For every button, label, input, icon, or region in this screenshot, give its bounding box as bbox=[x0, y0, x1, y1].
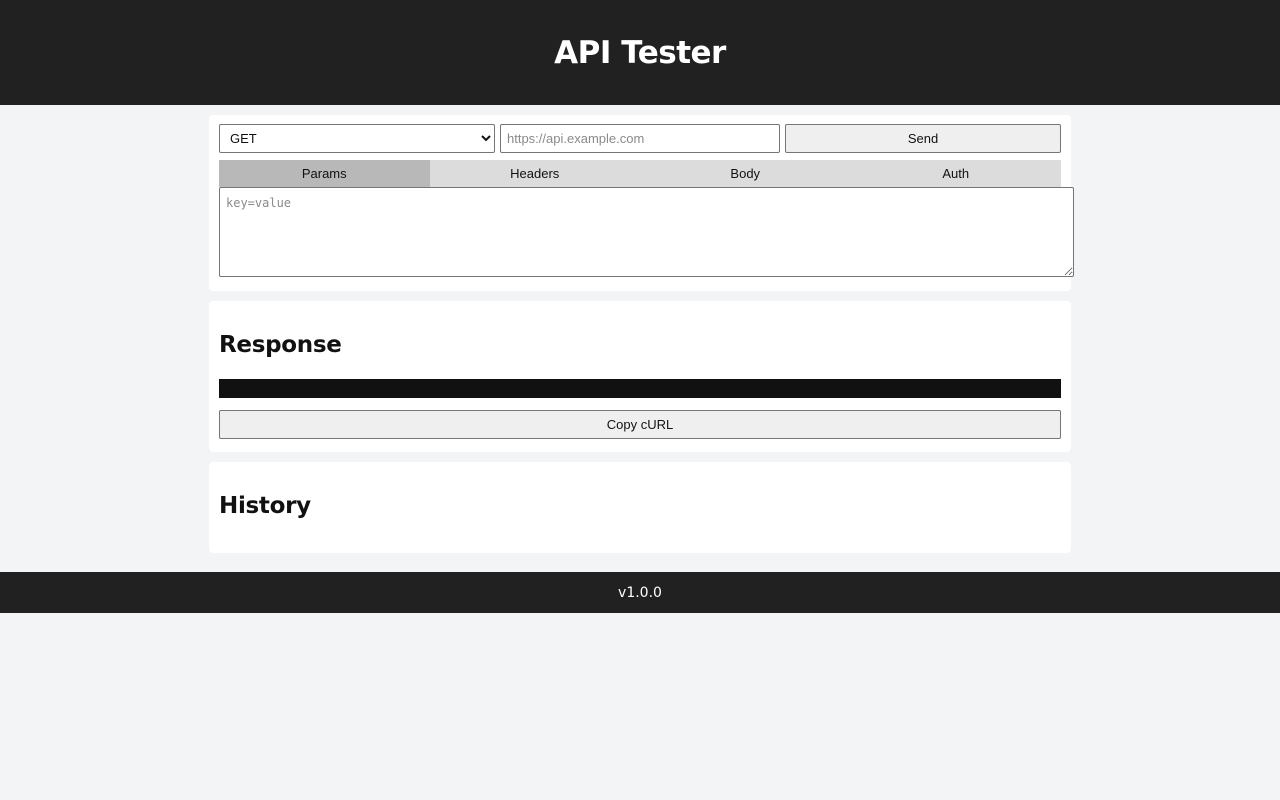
history-title: History bbox=[219, 493, 311, 519]
request-tabs: Params Headers Body Auth bbox=[219, 160, 1061, 187]
request-panel: GET Send Params Headers Body Auth bbox=[209, 115, 1074, 291]
tab-headers[interactable]: Headers bbox=[429, 160, 640, 187]
version-label: v1.0.0 bbox=[618, 584, 662, 601]
app-footer: v1.0.0 bbox=[0, 572, 1280, 613]
history-panel: History bbox=[209, 462, 1071, 553]
url-input[interactable] bbox=[500, 124, 780, 153]
send-button[interactable]: Send bbox=[785, 124, 1061, 153]
method-select[interactable]: GET bbox=[219, 124, 495, 153]
request-row: GET Send bbox=[219, 124, 1061, 153]
response-output bbox=[219, 379, 1061, 398]
tab-body[interactable]: Body bbox=[640, 160, 851, 187]
tab-params[interactable]: Params bbox=[219, 160, 430, 187]
params-editor[interactable] bbox=[219, 187, 1074, 277]
app-header: API Tester bbox=[0, 0, 1280, 105]
main-content: GET Send Params Headers Body Auth Respon… bbox=[209, 115, 1074, 553]
response-panel: Response Copy cURL bbox=[209, 301, 1071, 452]
tab-auth[interactable]: Auth bbox=[850, 160, 1061, 187]
app-title: API Tester bbox=[554, 34, 726, 71]
response-title: Response bbox=[219, 332, 342, 358]
copy-curl-button[interactable]: Copy cURL bbox=[219, 410, 1061, 439]
